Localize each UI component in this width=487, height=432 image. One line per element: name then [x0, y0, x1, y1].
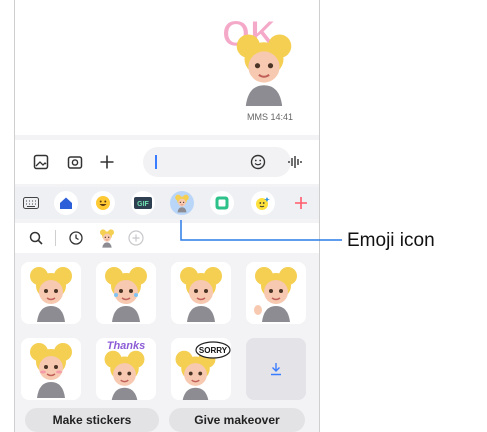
callout-label: Emoji icon: [347, 230, 435, 251]
callout-leader-line: [180, 220, 342, 241]
